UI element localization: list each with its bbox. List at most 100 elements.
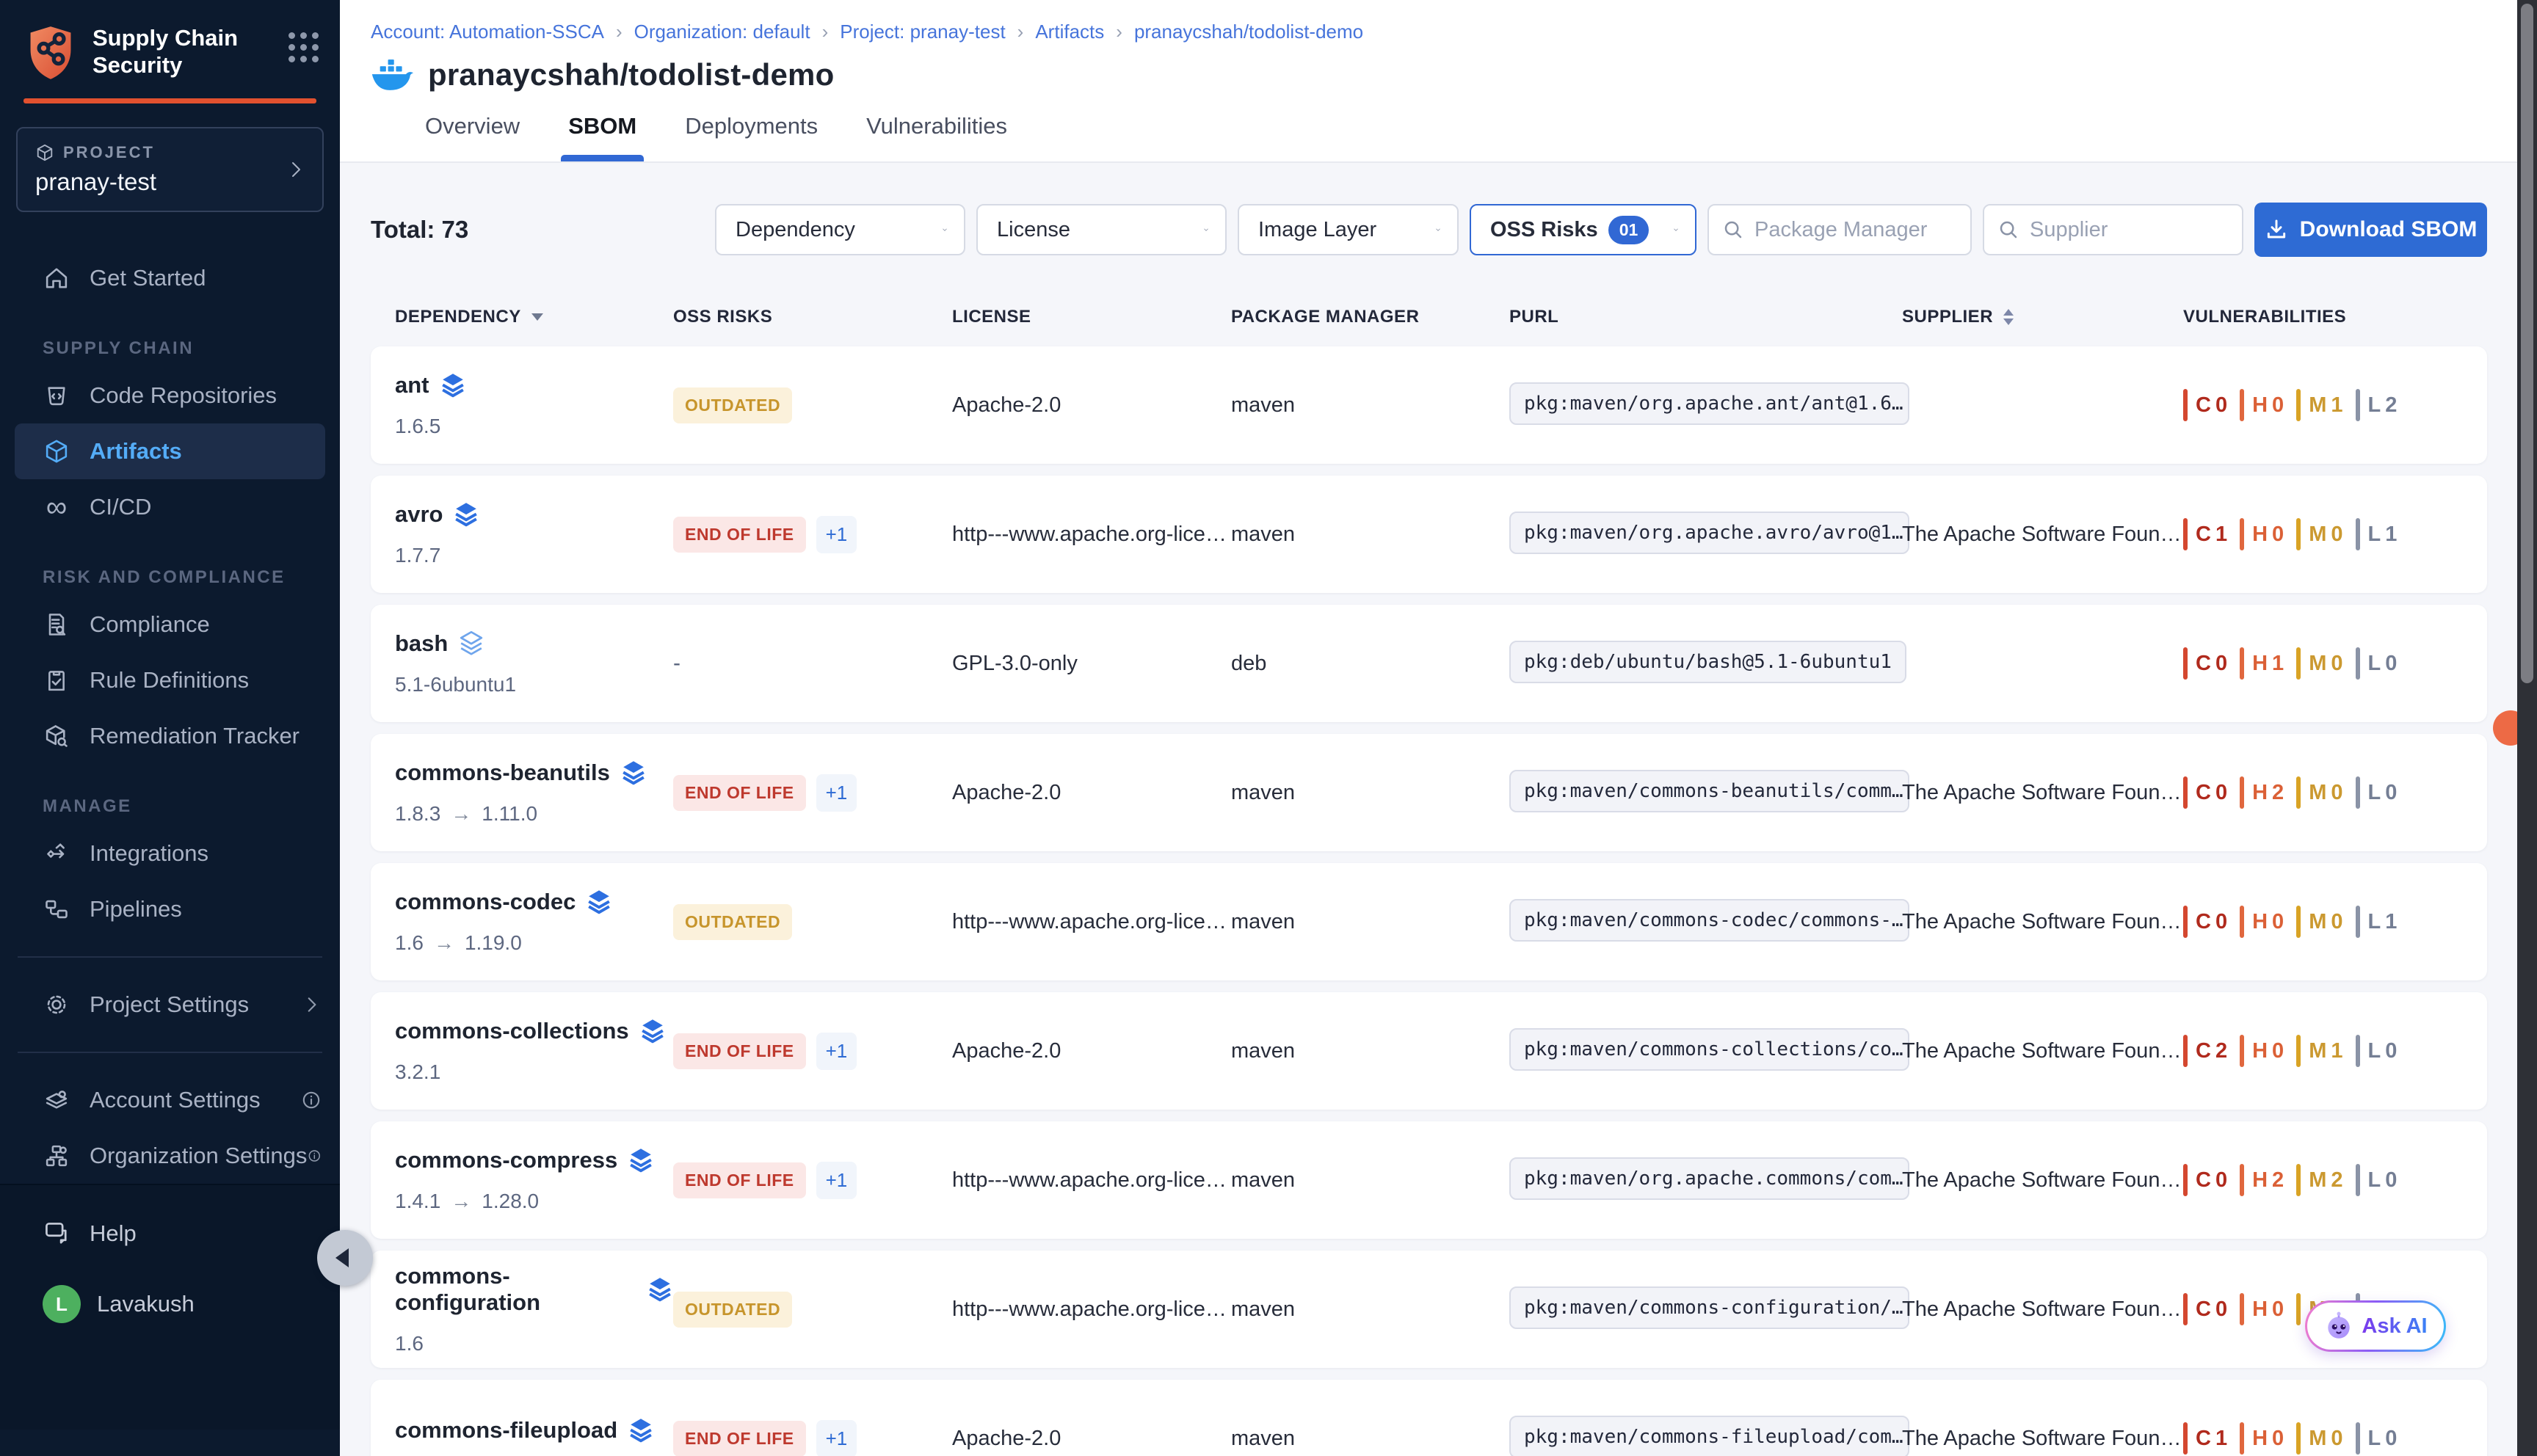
code-repository-icon	[43, 382, 70, 410]
supplier-search	[1983, 204, 2243, 255]
oss-risk-extra-badge[interactable]: +1	[816, 516, 857, 553]
table-row[interactable]: bash5.1-6ubuntu1-GPL-3.0-onlydebpkg:deb/…	[371, 605, 2487, 722]
oss-risk-extra-badge[interactable]: +1	[816, 1033, 857, 1070]
dependency-filter-dropdown[interactable]: Dependency	[715, 204, 965, 255]
oss-risk-badge: END OF LIFE	[673, 517, 806, 553]
sidebar-collapse-button[interactable]	[317, 1230, 373, 1286]
ask-ai-button[interactable]: Ask AI	[2305, 1300, 2446, 1352]
purl-chip[interactable]: pkg:maven/commons-beanutils/comm…	[1509, 770, 1909, 812]
severity-high: H2	[2240, 776, 2284, 809]
version-latest: 1.19.0	[465, 931, 522, 955]
table-row[interactable]: commons-collections3.2.1END OF LIFE+1Apa…	[371, 992, 2487, 1110]
help-button[interactable]: Help	[0, 1206, 340, 1262]
breadcrumb-artifact-name[interactable]: pranaycshah/todolist-demo	[1134, 21, 1363, 43]
oss-risk-extra-badge[interactable]: +1	[816, 1420, 857, 1456]
severity-count: 0	[2272, 1039, 2284, 1063]
column-header-license[interactable]: LICENSE	[952, 307, 1231, 327]
oss-risk-badge: OUTDATED	[673, 1292, 792, 1328]
severity-count: 2	[2272, 781, 2284, 805]
column-header-supplier[interactable]: SUPPLIER	[1902, 307, 2183, 327]
severity-letter: M	[2309, 1039, 2326, 1063]
oss-risk-extra-badge[interactable]: +1	[816, 774, 857, 812]
info-icon	[307, 1145, 322, 1167]
scrollbar-thumb[interactable]	[2521, 4, 2533, 683]
purl-chip[interactable]: pkg:maven/commons-codec/commons-…	[1509, 899, 1909, 942]
severity-letter: M	[2309, 1427, 2326, 1451]
purl-chip[interactable]: pkg:maven/commons-collections/co…	[1509, 1028, 1909, 1071]
severity-letter: H	[2252, 910, 2268, 934]
breadcrumb-organization[interactable]: Organization: default	[634, 21, 810, 43]
tab-sbom[interactable]: SBOM	[565, 109, 639, 161]
purl-chip[interactable]: pkg:deb/ubuntu/bash@5.1-6ubuntu1	[1509, 641, 1906, 683]
package-manager-search-input[interactable]	[1754, 218, 1957, 242]
version-current: 1.7.7	[395, 544, 440, 567]
app-switcher-icon[interactable]	[288, 32, 318, 62]
severity-critical: C0	[2183, 1164, 2227, 1196]
scrollbar[interactable]	[2517, 0, 2537, 1456]
dependency-name: bash	[395, 630, 448, 657]
supplier-cell: The Apache Software Foun…	[1902, 1297, 2183, 1322]
sidebar-item-label: Pipelines	[90, 896, 182, 922]
severity-bar	[2356, 1164, 2360, 1196]
table-row[interactable]: commons-codec1.6→1.19.0OUTDATEDhttp---ww…	[371, 863, 2487, 980]
user-menu[interactable]: L Lavakush	[0, 1276, 340, 1332]
dependency-name: avro	[395, 501, 443, 528]
table-row[interactable]: avro1.7.7END OF LIFE+1http---www.apache.…	[371, 476, 2487, 593]
sidebar-item-artifacts[interactable]: Artifacts	[15, 423, 325, 479]
breadcrumb-project[interactable]: Project: pranay-test	[840, 21, 1005, 43]
breadcrumb-artifacts[interactable]: Artifacts	[1035, 21, 1104, 43]
sidebar-item-integrations[interactable]: Integrations	[0, 826, 340, 881]
table-row[interactable]: commons-beanutils1.8.3→1.11.0END OF LIFE…	[371, 734, 2487, 851]
severity-count: 2	[2215, 1039, 2227, 1063]
table-row[interactable]: ant1.6.5OUTDATEDApache-2.0mavenpkg:maven…	[371, 346, 2487, 464]
sidebar-item-rule-definitions[interactable]: Rule Definitions	[0, 652, 340, 708]
sidebar-item-remediation-tracker[interactable]: Remediation Tracker	[0, 708, 340, 764]
severity-letter: H	[2252, 393, 2268, 418]
supplier-cell: The Apache Software Foun…	[1902, 523, 2183, 547]
column-header-dependency[interactable]: DEPENDENCY	[395, 307, 673, 327]
table-row[interactable]: commons-configuration1.6OUTDATEDhttp---w…	[371, 1251, 2487, 1368]
severity-high: H0	[2240, 1293, 2284, 1325]
project-selector[interactable]: PROJECT pranay-test	[16, 127, 324, 212]
breadcrumb-account[interactable]: Account: Automation-SSCA	[371, 21, 604, 43]
column-header-package-manager[interactable]: PACKAGE MANAGER	[1231, 307, 1509, 327]
purl-chip[interactable]: pkg:maven/commons-configuration/…	[1509, 1286, 1909, 1329]
purl-chip[interactable]: pkg:maven/org.apache.commons/com…	[1509, 1157, 1909, 1200]
severity-low: L0	[2356, 647, 2398, 680]
download-sbom-button[interactable]: Download SBOM	[2254, 203, 2487, 257]
supplier-search-input[interactable]	[2030, 218, 2229, 242]
sidebar-item-project-settings[interactable]: Project Settings	[0, 977, 340, 1033]
tab-vulnerabilities[interactable]: Vulnerabilities	[863, 109, 1010, 161]
column-header-vulnerabilities[interactable]: VULNERABILITIES	[2183, 307, 2487, 327]
sidebar-item-code-repositories[interactable]: Code Repositories	[0, 368, 340, 423]
sidebar-item-cicd[interactable]: ∞ CI/CD	[0, 479, 340, 535]
sidebar-item-label: Project Settings	[90, 991, 249, 1018]
oss-risk-badge: END OF LIFE	[673, 775, 806, 811]
image-layer-filter-dropdown[interactable]: Image Layer	[1238, 204, 1459, 255]
oss-risk-extra-badge[interactable]: +1	[816, 1162, 857, 1199]
severity-bar	[2240, 1164, 2244, 1196]
severity-count: 0	[2272, 1297, 2284, 1322]
sidebar-item-compliance[interactable]: Compliance	[0, 597, 340, 652]
severity-letter: H	[2252, 1039, 2268, 1063]
sidebar-item-organization-settings[interactable]: Organization Settings	[0, 1128, 340, 1184]
sidebar-item-get-started[interactable]: Get Started	[0, 250, 340, 306]
license-filter-dropdown[interactable]: License	[976, 204, 1227, 255]
severity-low: L0	[2356, 1422, 2398, 1455]
column-header-oss-risks[interactable]: OSS RISKS	[673, 307, 952, 327]
table-row[interactable]: commons-compress1.4.1→1.28.0END OF LIFE+…	[371, 1121, 2487, 1239]
table-body: ant1.6.5OUTDATEDApache-2.0mavenpkg:maven…	[371, 346, 2487, 1456]
tab-deployments[interactable]: Deployments	[682, 109, 821, 161]
column-header-purl[interactable]: PURL	[1509, 307, 1902, 327]
main-content: Account: Automation-SSCA › Organization:…	[340, 0, 2537, 1456]
purl-chip[interactable]: pkg:maven/org.apache.ant/ant@1.6…	[1509, 382, 1909, 425]
table-row[interactable]: commons-fileuploadEND OF LIFE+1Apache-2.…	[371, 1380, 2487, 1456]
tab-overview[interactable]: Overview	[422, 109, 523, 161]
oss-risks-cell: -	[673, 651, 952, 676]
purl-chip[interactable]: pkg:maven/commons-fileupload/com…	[1509, 1416, 1909, 1456]
sidebar-item-account-settings[interactable]: Account Settings	[0, 1072, 340, 1128]
purl-chip[interactable]: pkg:maven/org.apache.avro/avro@1…	[1509, 512, 1909, 554]
oss-risks-filter-dropdown[interactable]: OSS Risks 01	[1470, 204, 1696, 255]
sidebar-item-pipelines[interactable]: Pipelines	[0, 881, 340, 937]
oss-risks-cell: END OF LIFE +1	[673, 774, 952, 812]
